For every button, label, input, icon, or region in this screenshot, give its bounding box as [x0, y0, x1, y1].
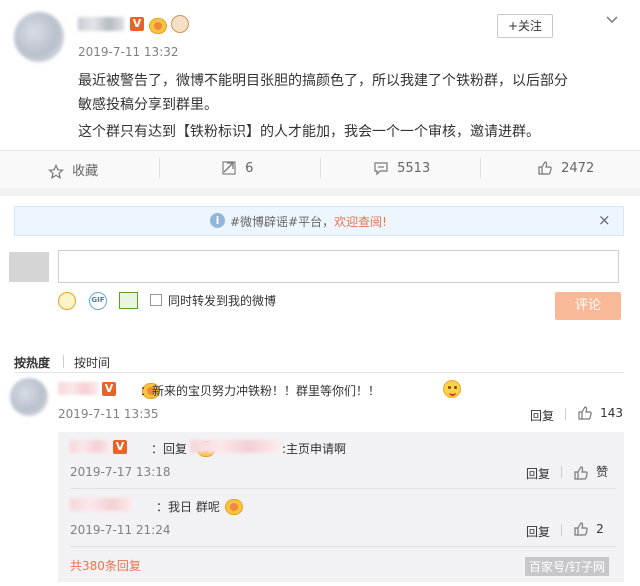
divider [561, 524, 562, 536]
notice-link[interactable]: 欢迎查阅! [334, 215, 387, 229]
reply-like-count: 2 [596, 521, 604, 536]
divider [70, 488, 616, 489]
reply-like-label: 赞 [596, 465, 609, 479]
like-count: 2472 [561, 160, 595, 176]
reply-suffix: :主页申请啊 [282, 442, 347, 456]
repost-button[interactable]: 6 [221, 160, 253, 176]
verified-v-badge: V [130, 17, 144, 31]
post-author-avatar[interactable] [14, 12, 64, 62]
post-text-line-1: 最近被警告了，微博不能明目张胆的搞颜色了，所以我建了个铁粉群，以后部分 [78, 73, 568, 89]
reply-like-button[interactable]: 赞 [573, 463, 608, 481]
post-author-name[interactable] [78, 17, 124, 31]
commenter-avatar[interactable] [10, 378, 48, 416]
close-icon[interactable]: × [598, 211, 611, 229]
image-icon[interactable] [119, 292, 138, 309]
submit-comment-button[interactable]: 评论 [555, 292, 621, 320]
monkey-badge-icon [171, 15, 189, 33]
iron-fan-badge-icon [224, 499, 243, 515]
post-text-line-2: 敏感投稿分享到群里。 [78, 97, 218, 113]
notice-text: #微博辟谣#平台，欢迎查阅! [230, 213, 387, 230]
reply-time: 2019-7-11 21:24 [70, 523, 171, 537]
like-button[interactable]: 2472 [537, 160, 594, 176]
verified-v-badge: V [113, 440, 127, 454]
comment-input[interactable] [58, 250, 619, 283]
repost-checkbox[interactable] [150, 294, 162, 306]
tab-sort-by-hot[interactable]: 按热度 [14, 354, 50, 371]
follow-button[interactable]: +关注 [497, 14, 553, 38]
divider [565, 408, 566, 420]
comment-icon [374, 162, 388, 176]
comment-like-button[interactable]: 143 [577, 405, 623, 421]
thumbs-up-icon [574, 465, 588, 480]
replier-name[interactable] [70, 498, 132, 511]
favorite-button[interactable]: 收藏 [48, 160, 98, 180]
divider [63, 355, 64, 368]
my-avatar [9, 252, 49, 282]
divider [14, 372, 624, 373]
divider [480, 158, 481, 178]
comment-text: ：新来的宝贝努力冲铁粉！！群里等你们！！ [140, 384, 381, 398]
divider [320, 158, 321, 178]
comment-reply-button[interactable]: 回复 [530, 407, 554, 424]
repost-checkbox-label: 同时转发到我的微博 [168, 294, 277, 308]
repost-count: 6 [245, 160, 254, 176]
comment-button[interactable]: 5513 [373, 160, 430, 176]
iron-fan-badge-icon [149, 18, 167, 34]
verified-v-badge: V [102, 382, 116, 396]
reply-time: 2019-7-17 13:18 [70, 465, 171, 479]
divider [70, 546, 616, 547]
chevron-down-icon[interactable] [605, 13, 619, 27]
thumbs-up-icon [574, 522, 588, 536]
reply-reply-button[interactable]: 回复 [526, 523, 550, 540]
more-replies-link[interactable]: 共380条回复 [70, 557, 141, 574]
comment-count: 5513 [397, 160, 431, 176]
reply-text: ：我日 群呢 [156, 500, 220, 514]
reply-prefix: ：回复 [151, 442, 188, 456]
comment-like-count: 143 [600, 405, 624, 420]
reply-reply-button[interactable]: 回复 [526, 465, 550, 482]
thumbs-up-icon [538, 161, 552, 175]
post-text-line-3: 这个群只有达到【铁粉标识】的人才能加，我会一个一个审核，邀请进群。 [78, 124, 540, 140]
divider [159, 158, 160, 178]
post-time[interactable]: 2019-7-11 13:32 [78, 45, 179, 59]
star-icon [48, 163, 64, 179]
replied-user-name[interactable] [190, 440, 278, 453]
gif-icon[interactable]: GIF [89, 292, 107, 310]
tab-sort-by-time[interactable]: 按时间 [74, 354, 110, 371]
comment-time: 2019-7-11 13:35 [58, 407, 159, 421]
thumbs-up-icon [578, 406, 592, 420]
replier-name[interactable] [70, 440, 110, 453]
watermark: 百家号/钉子网 [525, 557, 610, 576]
info-icon: i [210, 213, 225, 228]
notice-prefix: #微博辟谣#平台， [230, 215, 335, 229]
divider [561, 466, 562, 478]
commenter-name[interactable] [58, 382, 98, 395]
favorite-label: 收藏 [72, 164, 99, 179]
emoji-icon[interactable] [58, 292, 76, 310]
repost-icon [222, 161, 236, 175]
reply-like-button[interactable]: 2 [573, 521, 604, 537]
